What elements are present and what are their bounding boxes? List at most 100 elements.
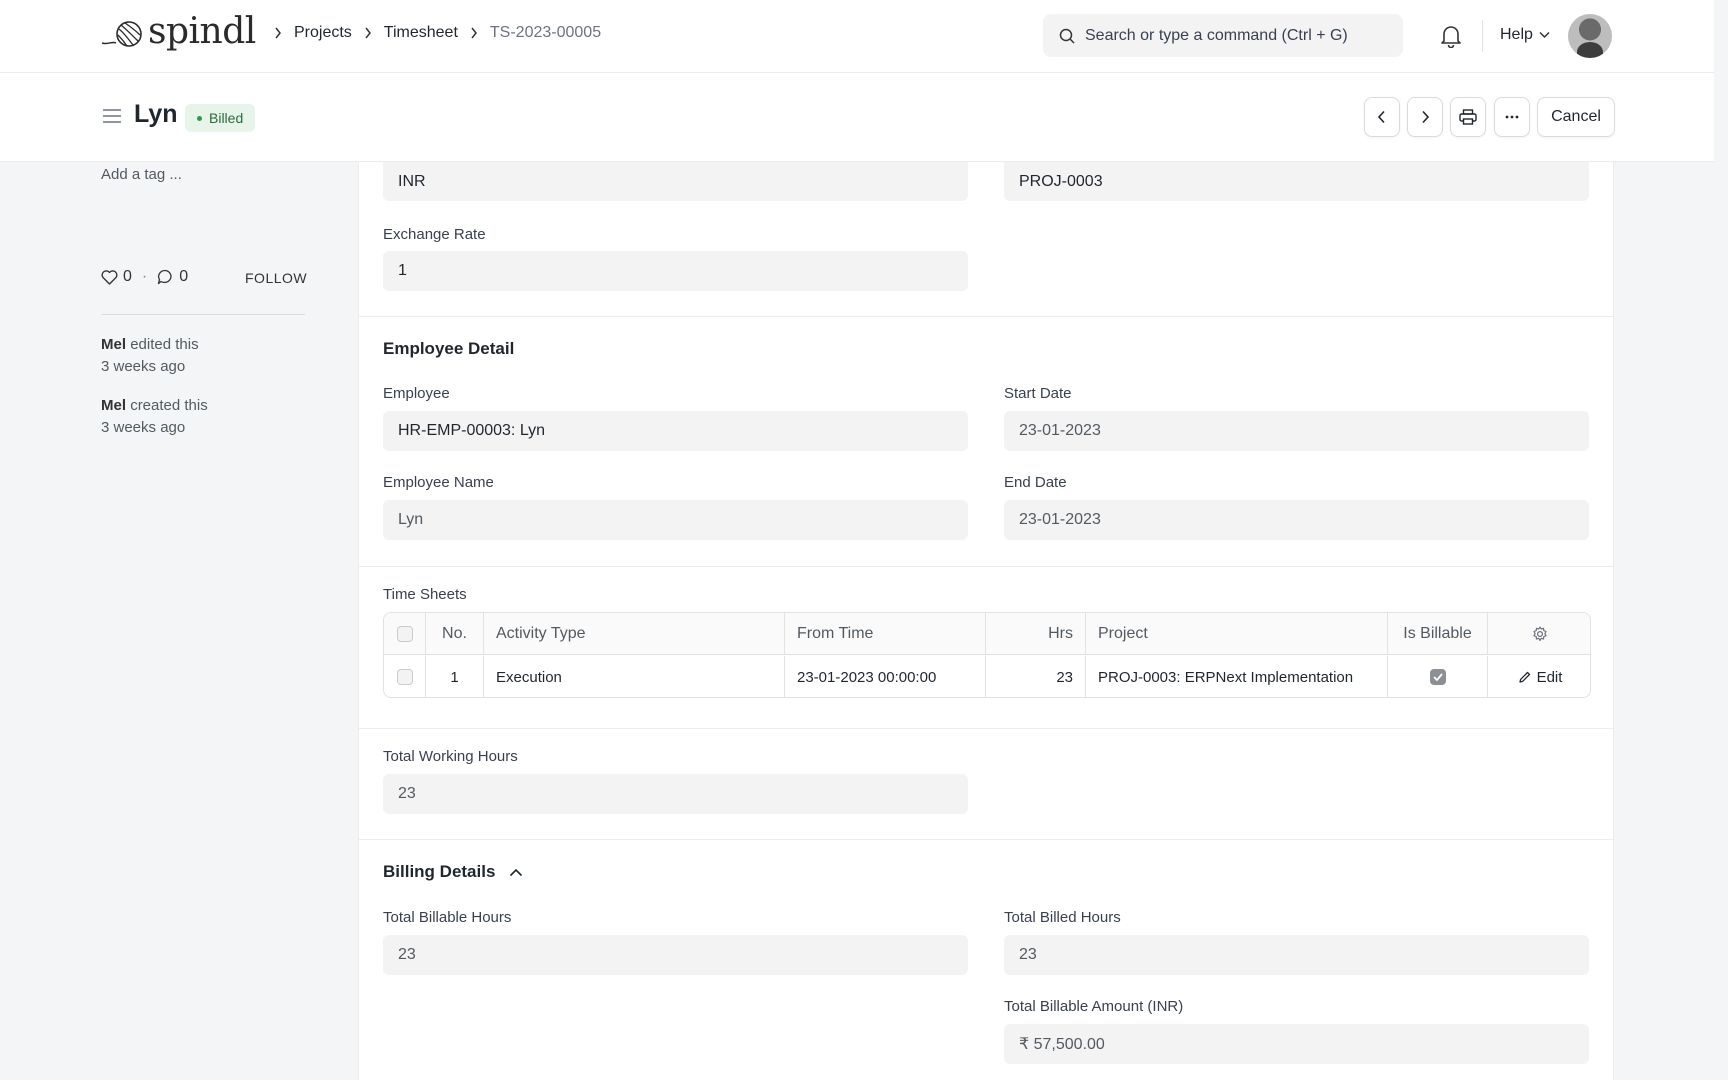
- breadcrumb-projects[interactable]: Projects: [294, 24, 352, 42]
- activity-item: Mel edited this 3 weeks ago: [101, 334, 321, 378]
- total-billable-hours-label: Total Billable Hours: [383, 909, 512, 926]
- chevron-right-icon: [1422, 110, 1430, 124]
- start-date-field[interactable]: 23-01-2023: [1004, 411, 1589, 451]
- total-billable-amount-field[interactable]: ₹ 57,500.00: [1004, 1024, 1589, 1064]
- edit-label: Edit: [1536, 668, 1563, 686]
- chevron-up-icon: [510, 868, 523, 876]
- activity-item: Mel created this 3 weeks ago: [101, 395, 321, 439]
- ellipsis-icon: [1505, 115, 1519, 119]
- search-icon: [1059, 28, 1075, 44]
- status-dot: [197, 115, 202, 121]
- printer-icon: [1459, 109, 1477, 125]
- total-billed-hours-label: Total Billed Hours: [1004, 909, 1121, 926]
- likes-count: 0: [123, 268, 132, 285]
- is-billable-checkbox[interactable]: [1429, 669, 1446, 685]
- exchange-rate-field[interactable]: 1: [383, 251, 968, 291]
- start-date-label: Start Date: [1004, 385, 1072, 402]
- time-sheets-table: No. Activity Type From Time Hrs Project …: [383, 612, 1591, 698]
- activity-time: 3 weeks ago: [101, 419, 186, 436]
- next-record-button[interactable]: [1407, 97, 1443, 137]
- employee-detail-heading: Employee Detail: [383, 339, 515, 358]
- employee-field[interactable]: HR-EMP-00003: Lyn: [383, 411, 968, 451]
- hrs-cell[interactable]: 23: [986, 656, 1086, 697]
- activity-action: edited this: [130, 336, 199, 353]
- heart-icon[interactable]: [101, 269, 118, 285]
- total-billable-hours-field[interactable]: 23: [383, 935, 968, 975]
- add-tag-link[interactable]: Add a tag ...: [101, 166, 182, 183]
- activity-type-cell[interactable]: Execution: [484, 656, 785, 697]
- project-cell[interactable]: PROJ-0003: ERPNext Implementation: [1086, 656, 1388, 697]
- breadcrumb: Projects Timesheet TS-2023-00005: [262, 24, 601, 42]
- currency-field[interactable]: INR: [383, 162, 968, 201]
- billing-details-toggle[interactable]: Billing Details: [383, 862, 523, 882]
- row-select-checkbox[interactable]: [396, 669, 413, 685]
- previous-record-button[interactable]: [1364, 97, 1400, 137]
- status-badge: Billed: [185, 104, 256, 132]
- time-sheets-label: Time Sheets: [383, 586, 467, 603]
- activity-user[interactable]: Mel: [101, 336, 126, 353]
- chevron-right-icon: [458, 27, 490, 39]
- row-no-cell: 1: [426, 656, 484, 697]
- edit-row-cell: Edit: [1488, 656, 1590, 697]
- select-all-cell: [384, 613, 426, 654]
- total-working-hours-field[interactable]: 23: [383, 774, 968, 814]
- column-settings-button[interactable]: [1488, 613, 1590, 654]
- edit-row-button[interactable]: Edit: [1518, 668, 1563, 686]
- select-all-checkbox[interactable]: [396, 625, 413, 642]
- column-header-hrs: Hrs: [986, 613, 1086, 654]
- timesheet-form: INR PROJ-0003 Exchange Rate 1 Employee D…: [358, 162, 1614, 1080]
- chevron-right-icon: [262, 27, 294, 39]
- sidebar-divider: [101, 314, 305, 315]
- chevron-down-icon: [1539, 31, 1550, 39]
- row-select-cell: [384, 656, 426, 697]
- gear-icon: [1533, 625, 1547, 641]
- end-date-label: End Date: [1004, 474, 1067, 491]
- employee-name-label: Employee Name: [383, 474, 494, 491]
- pencil-icon: [1518, 671, 1530, 683]
- cancel-button[interactable]: Cancel: [1537, 97, 1615, 137]
- section-divider: [359, 566, 1613, 567]
- dot-separator: ·: [141, 268, 148, 285]
- breadcrumb-timesheet[interactable]: Timesheet: [384, 24, 458, 42]
- app-logo[interactable]: spindl: [100, 14, 256, 50]
- search-bar[interactable]: [1043, 14, 1403, 57]
- comments-count: 0: [179, 268, 189, 285]
- more-actions-button[interactable]: [1494, 97, 1530, 137]
- menu-toggle-icon[interactable]: [102, 108, 122, 129]
- print-button[interactable]: [1450, 97, 1486, 137]
- activity-action: created this: [130, 397, 208, 414]
- exchange-rate-label: Exchange Rate: [383, 226, 486, 243]
- page-header: Lyn Billed Cancel: [0, 73, 1714, 162]
- search-input[interactable]: [1085, 26, 1385, 45]
- notifications-bell-icon[interactable]: [1440, 24, 1462, 53]
- column-header-no: No.: [426, 613, 484, 654]
- status-label: Billed: [209, 110, 244, 126]
- chevron-left-icon: [1377, 110, 1385, 124]
- help-dropdown[interactable]: Help: [1500, 26, 1550, 44]
- user-avatar[interactable]: [1568, 14, 1612, 58]
- total-billable-amount-label: Total Billable Amount (INR): [1004, 998, 1184, 1015]
- total-billed-hours-field[interactable]: 23: [1004, 935, 1589, 975]
- help-label: Help: [1500, 26, 1533, 43]
- comment-icon[interactable]: [157, 269, 174, 285]
- chevron-right-icon: [352, 27, 384, 39]
- billing-details-heading: Billing Details: [383, 862, 496, 881]
- table-row[interactable]: 1 Execution 23-01-2023 00:00:00 23 PROJ-…: [384, 656, 1590, 697]
- navbar-divider: [1482, 20, 1483, 52]
- employee-label: Employee: [383, 385, 450, 402]
- activity-user[interactable]: Mel: [101, 397, 126, 414]
- end-date-field[interactable]: 23-01-2023: [1004, 500, 1589, 540]
- from-time-cell[interactable]: 23-01-2023 00:00:00: [785, 656, 986, 697]
- section-divider: [359, 728, 1613, 729]
- employee-name-field[interactable]: Lyn: [383, 500, 968, 540]
- parent-project-field[interactable]: PROJ-0003: [1004, 162, 1589, 201]
- yarn-ball-icon: [101, 21, 142, 47]
- table-header-row: No. Activity Type From Time Hrs Project …: [384, 613, 1590, 655]
- section-divider: [359, 839, 1613, 840]
- follow-button[interactable]: FOLLOW: [245, 270, 307, 286]
- column-header-is-billable: Is Billable: [1388, 613, 1488, 654]
- breadcrumb-current[interactable]: TS-2023-00005: [490, 24, 601, 42]
- section-divider: [359, 316, 1613, 317]
- column-header-activity-type: Activity Type: [484, 613, 785, 654]
- is-billable-cell: [1388, 656, 1488, 697]
